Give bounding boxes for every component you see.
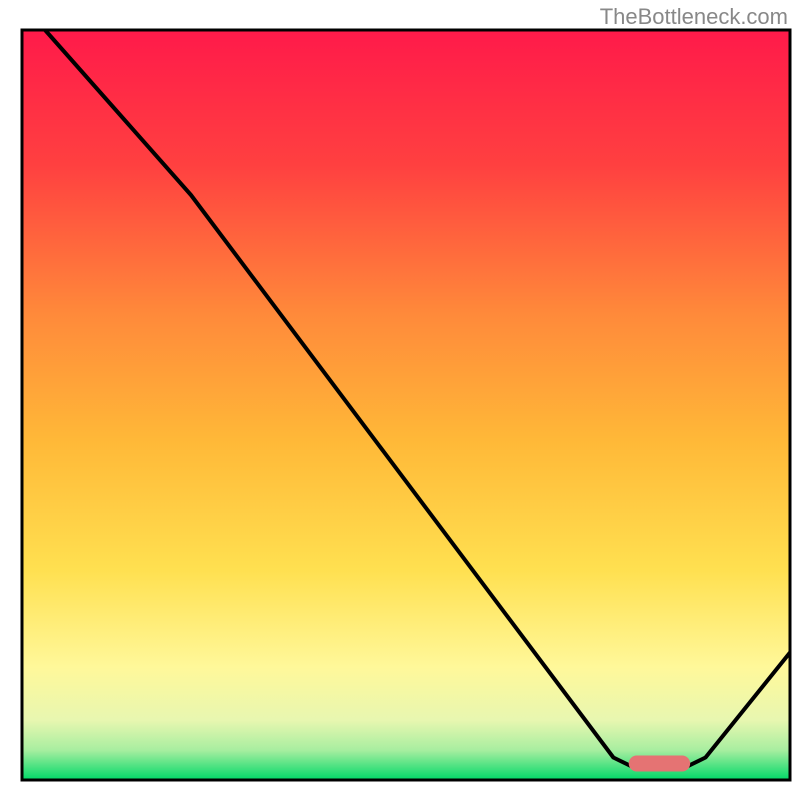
chart-container: TheBottleneck.com xyxy=(0,0,800,800)
plot-area xyxy=(22,30,790,780)
gradient-background xyxy=(22,30,790,780)
bottleneck-chart xyxy=(0,0,800,800)
watermark-text: TheBottleneck.com xyxy=(600,4,788,30)
optimal-marker xyxy=(629,756,690,772)
